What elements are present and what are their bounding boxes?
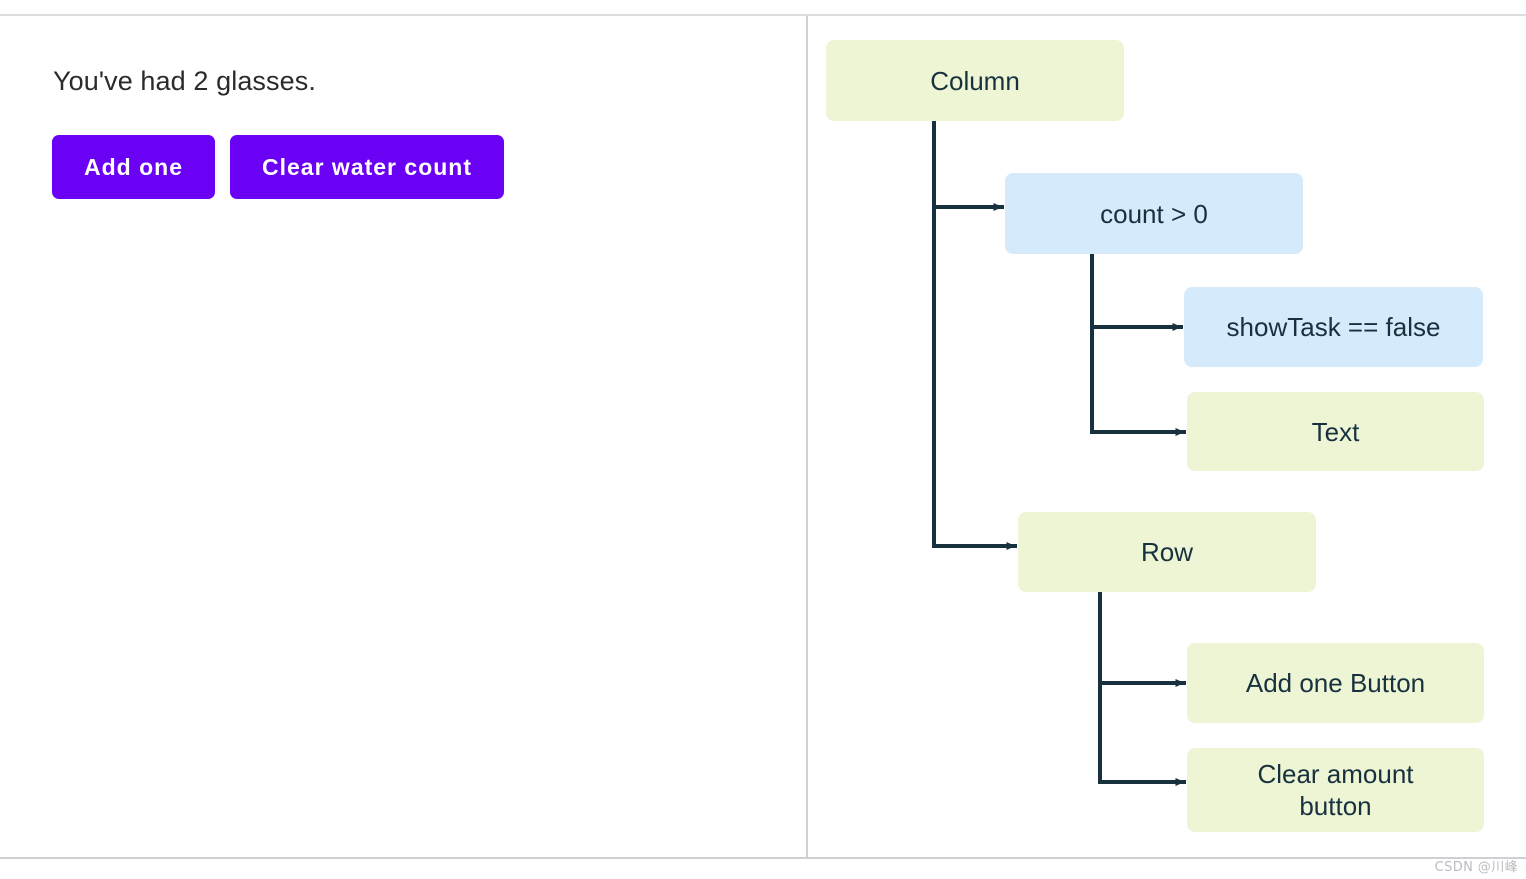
diagram-edge-count-to-text <box>1090 254 1186 436</box>
diagram-node-column: Column <box>826 40 1124 121</box>
diagram-edge-column-to-row <box>932 121 1017 550</box>
app-preview-pane: You've had 2 glasses. Add one Clear wate… <box>0 16 806 857</box>
diagram-node-addonebutton: Add one Button <box>1187 643 1484 723</box>
diagram-edge-row-to-clearbutton <box>1098 592 1186 786</box>
add-one-button[interactable]: Add one <box>52 135 215 199</box>
widget-tree-diagram: Column count > 0 showTask == false Text Row A… <box>808 16 1526 857</box>
clear-water-count-button[interactable]: Clear water count <box>230 135 504 199</box>
diagram-edge-row-to-addonebutton <box>1098 592 1186 687</box>
water-count-status-text: You've had 2 glasses. <box>53 66 316 96</box>
diagram-node-row: Row <box>1018 512 1316 592</box>
csdn-watermark: CSDN @川峰 <box>1434 860 1518 875</box>
diagram-node-text: Text <box>1187 392 1484 471</box>
app-button-row: Add one Clear water count <box>52 135 504 199</box>
diagram-node-count: count > 0 <box>1005 173 1303 254</box>
diagram-node-clearbutton: Clear amount button <box>1187 748 1484 832</box>
diagram-node-showtask: showTask == false <box>1184 287 1483 367</box>
bottom-divider <box>0 857 1526 859</box>
diagram-edge-column-to-count <box>932 121 1004 211</box>
diagram-edge-count-to-showtask <box>1090 254 1183 331</box>
